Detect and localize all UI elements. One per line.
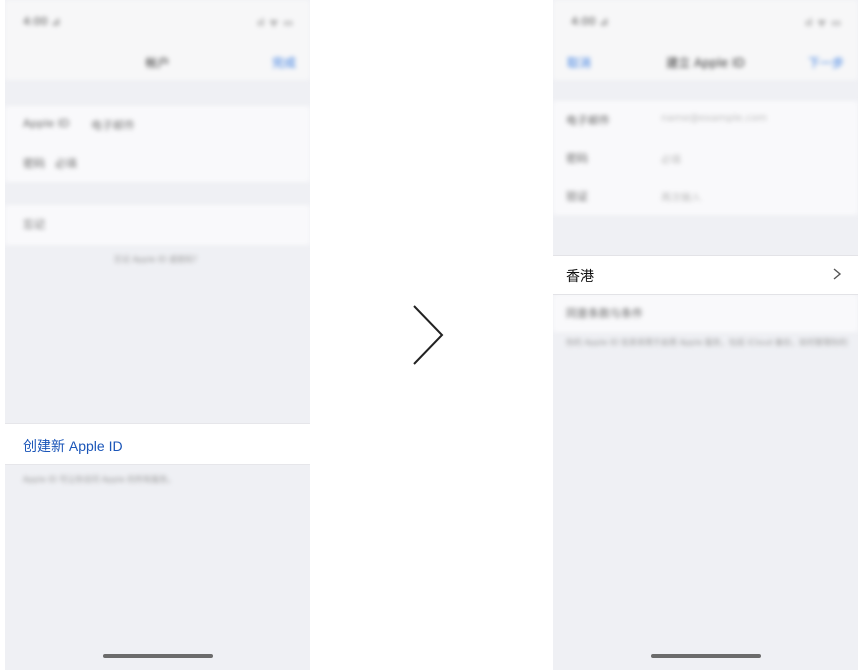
nav-title: 帐户 [145,56,170,70]
forgot-group: 忘记 [5,205,310,245]
status-bar: 4:00 ⊿ ıl ᯤ ▭ [5,0,310,44]
verify-row[interactable]: 验证 再次输入 [553,177,858,215]
done-button[interactable]: 完成 [272,54,296,71]
next-button[interactable]: 下一步 [808,54,844,71]
home-indicator [102,654,213,658]
left-phone-screen: 4:00 ⊿ ıl ᯤ ▭ 帐户 完成 Apple ID 电子邮件 密码 必填 … [5,0,310,670]
password-label: 密码 [23,157,45,170]
status-bar: 4:00 ⊿ ıl ᯤ ▭ [553,0,858,44]
apple-id-field[interactable]: 电子邮件 [91,117,135,133]
forgot-row[interactable]: 忘记 [5,205,310,243]
password-field[interactable]: 必填 [55,155,77,171]
email-row[interactable]: 电子邮件 name@example.com [553,101,858,139]
terms-label: 同意条款与条件 [566,307,643,320]
region-label: 香港 [566,268,594,284]
create-apple-id-label: 创建新 Apple ID [23,438,123,454]
create-footnote: Apple ID 可让你访问 Apple 的所有服务。 [23,475,176,484]
chevron-right-icon [833,268,842,280]
status-time: 4:00 ⊿ [571,15,609,28]
apple-id-label: Apple ID [23,117,70,130]
nav-bar: 帐户 完成 [5,44,310,80]
email-label: 电子邮件 [566,114,610,127]
terms-group: 同意条款与条件 [553,294,858,332]
password-label: 密码 [566,152,588,165]
terms-note: 你的 Apple ID 信息将用于启用 Apple 服务，包括 iCloud 备… [566,338,848,347]
email-field[interactable]: name@example.com [661,113,767,124]
status-indicators: ıl ᯤ ▭ [805,18,842,29]
status-indicators: ıl ᯤ ▭ [257,18,294,29]
home-indicator [650,654,761,658]
terms-row[interactable]: 同意条款与条件 [553,294,858,332]
forgot-label: 忘记 [23,218,45,231]
login-group: Apple ID 电子邮件 密码 必填 [5,106,310,182]
verify-field[interactable]: 再次输入 [661,189,701,204]
apple-id-row[interactable]: Apple ID 电子邮件 [5,106,310,144]
create-apple-id-row[interactable]: 创建新 Apple ID [5,423,310,465]
status-time: 4:00 ⊿ [23,15,61,28]
big-arrow-right-icon [413,305,444,365]
password-row[interactable]: 密码 必填 [553,139,858,177]
account-fields-group: 电子邮件 name@example.com 密码 必填 验证 再次输入 [553,101,858,215]
verify-label: 验证 [566,190,588,203]
password-field[interactable]: 必填 [661,151,681,166]
right-phone-screen: 4:00 ⊿ ıl ᯤ ▭ 取消 建立 Apple ID 下一步 电子邮件 na… [553,0,858,670]
nav-bar: 取消 建立 Apple ID 下一步 [553,44,858,80]
password-row[interactable]: 密码 必填 [5,144,310,182]
region-row[interactable]: 香港 [553,255,858,295]
forgot-link[interactable]: 忘记 Apple ID 或密码？ [5,254,310,265]
